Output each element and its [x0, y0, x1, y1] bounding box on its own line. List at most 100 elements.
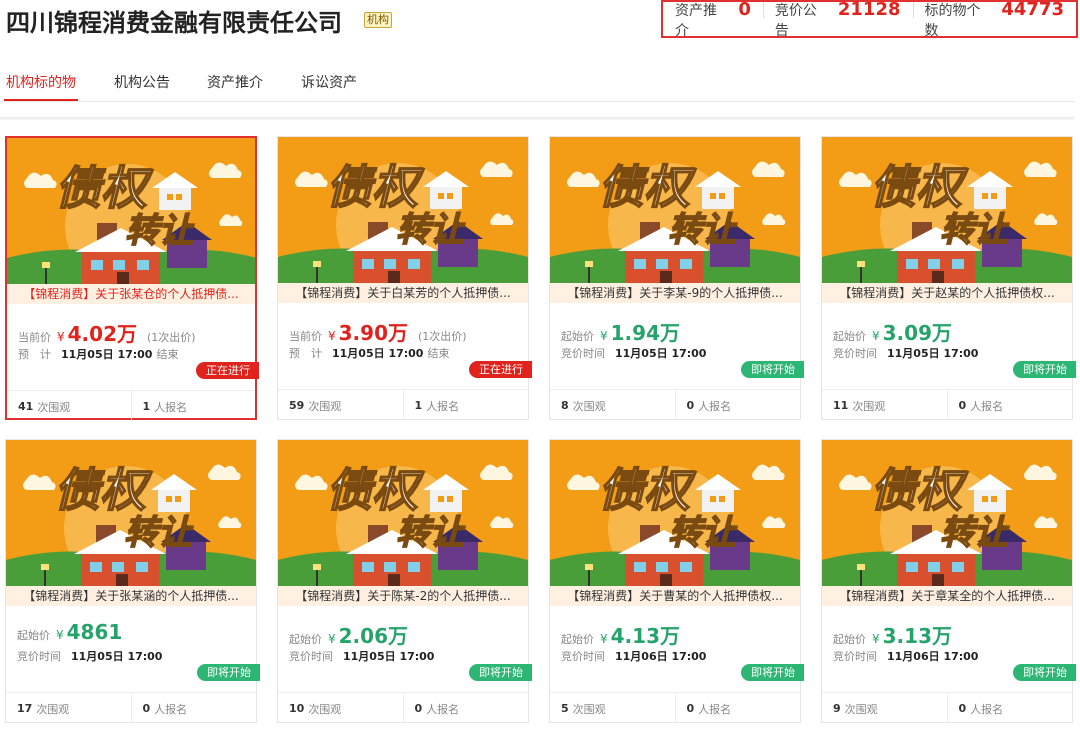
card-footer: 59 次围观 1 人报名	[278, 389, 528, 421]
currency-symbol: ¥	[872, 329, 880, 343]
price-row: 起始价 ¥ 3.13万	[833, 620, 962, 649]
time-value: 11月06日 17:00	[887, 650, 979, 663]
stats-box: 资产推介 0 竞价公告 21128 标的物个数 44773	[661, 0, 1078, 40]
price-row: 当前价 ¥ 4.02万 (1次出价)	[18, 318, 196, 347]
time-label: 预 计	[289, 347, 322, 360]
stat-label: 标的物个数	[924, 2, 981, 39]
views-count: 10 次围观	[278, 693, 403, 724]
banner-image[interactable]: 债权 转让	[822, 137, 1072, 283]
signups-number: 0	[686, 399, 695, 412]
banner-image[interactable]: 债权 转让	[278, 137, 528, 283]
time-row: 竞价时间 11月05日 17:00	[289, 648, 438, 664]
tab-asset-promotion[interactable]: 资产推介	[207, 72, 263, 92]
price-row: 起始价 ¥ 4861	[17, 620, 132, 644]
views-suffix: 次围观	[308, 399, 342, 413]
card-title[interactable]: 【锦程消费】关于李某-9的个人抵押债...	[550, 283, 800, 303]
banner-line1: 债权	[326, 463, 425, 517]
stat-value: 21128	[837, 0, 901, 20]
tab-institution-items[interactable]: 机构标的物	[6, 72, 76, 92]
company-title: 四川锦程消费金融有限责任公司	[6, 9, 342, 37]
banner-line1: 债权	[55, 161, 154, 215]
banner-image[interactable]: 债权 转让	[550, 137, 800, 283]
bid-count: (1次出价)	[418, 330, 467, 343]
card-title[interactable]: 【锦程消费】关于张某涵的个人抵押债...	[6, 586, 256, 606]
banner-image[interactable]: 债权 转让	[550, 440, 800, 586]
tab-institution-notices[interactable]: 机构公告	[114, 72, 170, 92]
signups-number: 1	[142, 400, 151, 413]
price-value: 4.02万	[67, 322, 137, 346]
time-label: 竞价时间	[289, 650, 333, 663]
card-footer: 17 次围观 0 人报名	[6, 692, 256, 724]
signups-number: 0	[958, 399, 967, 412]
card-footer: 9 次围观 0 人报名	[822, 692, 1072, 724]
time-suffix: 结束	[156, 348, 179, 361]
banner-image[interactable]: 债权 转让	[822, 440, 1072, 586]
views-count: 59 次围观	[278, 390, 403, 421]
item-card[interactable]: 债权 转让 【锦程消费】关于白某芳的个人抵押债... 当前价 ¥ 3.90万 (…	[277, 136, 532, 421]
time-value: 11月06日 17:00	[615, 650, 707, 663]
signups-suffix: 人报名	[154, 702, 188, 716]
item-card[interactable]: 债权 转让 【锦程消费】关于曹某的个人抵押债权... 起始价 ¥ 4.13万 竞…	[549, 439, 804, 724]
status-badge: 即将开始	[1013, 664, 1076, 681]
banner-image[interactable]: 债权 转让	[7, 138, 255, 284]
banner-line1: 债权	[54, 463, 153, 517]
price-value: 3.90万	[338, 321, 408, 345]
price-label: 起始价	[561, 330, 594, 343]
item-card[interactable]: 债权 转让 【锦程消费】关于赵某的个人抵押债权... 起始价 ¥ 3.09万 竞…	[821, 136, 1076, 421]
price-label: 起始价	[17, 629, 50, 642]
banner-line1: 债权	[326, 160, 425, 214]
stat-label: 竞价公告	[774, 2, 817, 39]
signups-number: 0	[414, 702, 423, 715]
card-title[interactable]: 【锦程消费】关于曹某的个人抵押债权...	[550, 586, 800, 606]
signups-suffix: 人报名	[970, 702, 1004, 716]
signups-suffix: 人报名	[698, 399, 732, 413]
banner-line2: 转让	[124, 513, 194, 553]
views-suffix: 次围观	[37, 400, 71, 414]
signups-count: 0 人报名	[674, 693, 801, 724]
price-label: 起始价	[833, 330, 866, 343]
signups-suffix: 人报名	[154, 400, 188, 414]
status-badge: 正在进行	[196, 362, 259, 379]
banner-line1: 债权	[598, 463, 697, 517]
tab-litigation-assets[interactable]: 诉讼资产	[301, 72, 357, 92]
banner-line2: 转让	[396, 210, 466, 250]
card-title[interactable]: 【锦程消费】关于张某仓的个人抵押债...	[7, 284, 255, 304]
price-row: 起始价 ¥ 1.94万	[561, 317, 690, 346]
views-number: 59	[289, 399, 305, 412]
price-value: 3.13万	[882, 624, 952, 648]
price-label: 当前价	[289, 330, 322, 343]
status-badge: 即将开始	[469, 664, 532, 681]
banner-image[interactable]: 债权 转让	[278, 440, 528, 586]
stat-asset-promotion[interactable]: 资产推介 0	[663, 0, 763, 40]
card-title[interactable]: 【锦程消费】关于赵某的个人抵押债权...	[822, 283, 1072, 303]
active-tab-indicator	[4, 99, 78, 101]
views-suffix: 次围观	[572, 399, 606, 413]
card-title[interactable]: 【锦程消费】关于章某全的个人抵押债...	[822, 586, 1072, 606]
card-title[interactable]: 【锦程消费】关于陈某-2的个人抵押债...	[278, 586, 528, 606]
price-row: 起始价 ¥ 3.09万	[833, 317, 962, 346]
time-value: 11月05日 17:00	[887, 347, 979, 360]
time-row: 竞价时间 11月05日 17:00	[561, 345, 710, 361]
banner-line2: 转让	[668, 513, 738, 553]
signups-count: 0 人报名	[130, 693, 257, 724]
time-row: 竞价时间 11月06日 17:00	[561, 648, 710, 664]
currency-symbol: ¥	[872, 632, 880, 646]
price-value: 2.06万	[338, 624, 408, 648]
price-row: 起始价 ¥ 4.13万	[561, 620, 690, 649]
stat-auction-notices[interactable]: 竞价公告 21128	[762, 0, 913, 40]
item-card[interactable]: 债权 转让 【锦程消费】关于李某-9的个人抵押债... 起始价 ¥ 1.94万 …	[549, 136, 804, 421]
time-value: 11月05日 17:00	[615, 347, 707, 360]
card-footer: 41 次围观 1 人报名	[7, 390, 255, 422]
item-card[interactable]: 债权 转让 【锦程消费】关于张某涵的个人抵押债... 起始价 ¥ 4861 竞价…	[5, 439, 260, 724]
time-row: 竞价时间 11月06日 17:00	[833, 648, 982, 664]
item-card[interactable]: 债权 转让 【锦程消费】关于陈某-2的个人抵押债... 起始价 ¥ 2.06万 …	[277, 439, 532, 724]
time-label: 竞价时间	[561, 347, 605, 360]
stat-item-count[interactable]: 标的物个数 44773	[912, 0, 1076, 40]
currency-symbol: ¥	[57, 330, 65, 344]
item-card[interactable]: 债权 转让 【锦程消费】关于章某全的个人抵押债... 起始价 ¥ 3.13万 竞…	[821, 439, 1076, 724]
banner-image[interactable]: 债权 转让	[6, 440, 256, 586]
tab-bar: 机构标的物 机构公告 资产推介 诉讼资产	[0, 60, 1074, 102]
item-card[interactable]: 债权 转让 【锦程消费】关于张某仓的个人抵押债... 当前价 ¥ 4.02万 (…	[5, 136, 259, 422]
card-title[interactable]: 【锦程消费】关于白某芳的个人抵押债...	[278, 283, 528, 303]
divider	[0, 117, 1074, 120]
